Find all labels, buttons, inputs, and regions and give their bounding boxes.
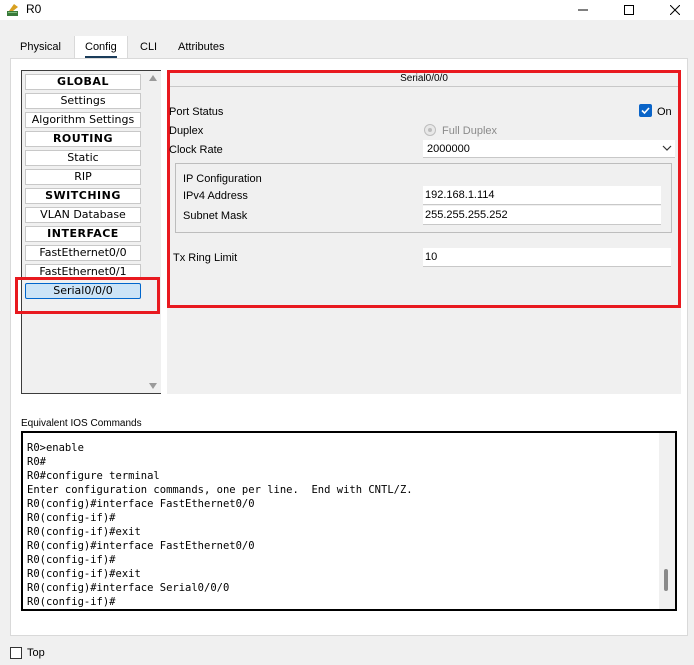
full-duplex-radio[interactable] [424, 124, 436, 136]
scroll-up-icon[interactable] [149, 75, 157, 81]
ios-commands-box[interactable]: R0>enable R0# R0#configure terminal Ente… [21, 431, 677, 611]
clock-rate-value: 2000000 [427, 143, 470, 155]
ipv4-address-field[interactable]: 192.168.1.114 [423, 186, 661, 205]
ios-commands-text: R0>enable R0# R0#configure terminal Ente… [27, 442, 413, 608]
nav-section-routing: ROUTING [25, 131, 141, 147]
clock-rate-label: Clock Rate [169, 144, 223, 156]
ipv4-address-label: IPv4 Address [183, 190, 248, 202]
nav-item-static[interactable]: Static [25, 150, 141, 166]
title-bar: R0 [0, 0, 694, 20]
duplex-label: Duplex [169, 125, 204, 137]
port-status-checkbox[interactable] [639, 104, 652, 117]
nav-section-global: GLOBAL [25, 74, 141, 90]
chevron-down-icon [662, 145, 672, 151]
interface-config-area: Serial0/0/0 Port Status On Duplex Full D… [167, 70, 681, 394]
scroll-down-icon[interactable] [149, 383, 157, 389]
ip-configuration-title: IP Configuration [183, 173, 262, 185]
selection-highlight-box [15, 277, 160, 314]
tab-attributes[interactable]: Attributes [168, 36, 234, 58]
checkmark-icon [641, 107, 650, 115]
tab-physical[interactable]: Physical [10, 36, 71, 58]
full-duplex-label: Full Duplex [442, 125, 498, 137]
tab-config[interactable]: Config [74, 36, 128, 58]
config-panel: GLOBAL Settings Algorithm Settings ROUTI… [10, 58, 688, 636]
minimize-button[interactable] [560, 0, 606, 20]
minimize-icon [578, 9, 588, 11]
nav-item-rip[interactable]: RIP [25, 169, 141, 185]
nav-item-vlan-database[interactable]: VLAN Database [25, 207, 141, 223]
close-button[interactable] [652, 0, 694, 20]
ios-scrollbar[interactable] [659, 433, 675, 609]
nav-item-settings[interactable]: Settings [25, 93, 141, 109]
top-checkbox[interactable] [10, 647, 22, 659]
nav-scrollbar[interactable] [146, 71, 161, 393]
maximize-icon [624, 5, 634, 15]
tx-ring-limit-label: Tx Ring Limit [173, 252, 238, 264]
interface-header: Serial0/0/0 [170, 73, 678, 87]
ios-scroll-thumb[interactable] [664, 569, 668, 591]
ios-commands-label: Equivalent IOS Commands [21, 418, 142, 429]
close-icon [670, 5, 680, 15]
top-label: Top [27, 647, 45, 659]
tab-cli[interactable]: CLI [130, 36, 167, 58]
clock-rate-select[interactable]: 2000000 [423, 140, 675, 158]
tx-ring-limit-field[interactable]: 10 [423, 248, 671, 267]
nav-section-interface: INTERFACE [25, 226, 141, 242]
nav-item-algorithm-settings[interactable]: Algorithm Settings [25, 112, 141, 128]
window-title: R0 [26, 2, 42, 16]
router-icon [6, 2, 22, 18]
maximize-button[interactable] [606, 0, 652, 20]
port-status-on-label: On [657, 106, 672, 118]
config-nav-list: GLOBAL Settings Algorithm Settings ROUTI… [21, 70, 161, 394]
subnet-mask-label: Subnet Mask [183, 210, 248, 222]
subnet-mask-field[interactable]: 255.255.255.252 [423, 206, 661, 225]
nav-item-fastethernet0-0[interactable]: FastEthernet0/0 [25, 245, 141, 261]
nav-section-switching: SWITCHING [25, 188, 141, 204]
port-status-label: Port Status [169, 106, 224, 118]
